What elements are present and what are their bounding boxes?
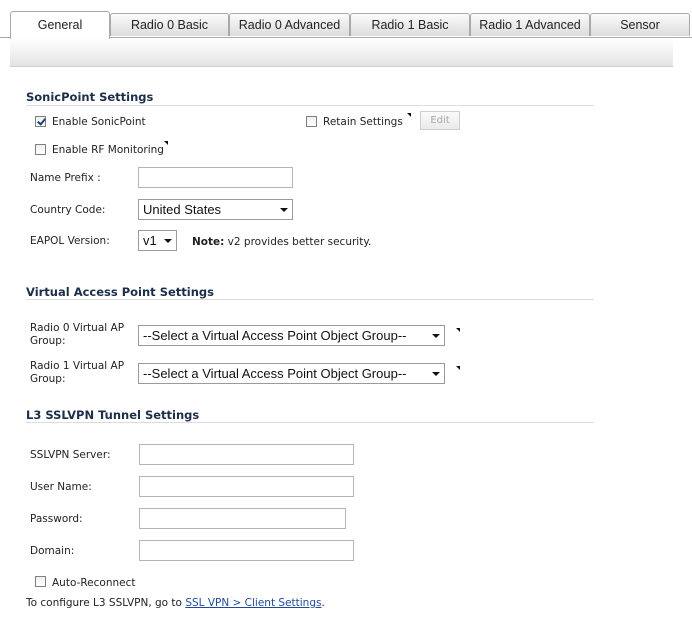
tab-toolbar (10, 38, 673, 67)
enable-sonicpoint-label: Enable SonicPoint (52, 116, 146, 128)
client-settings-link[interactable]: SSL VPN > Client Settings (185, 597, 321, 609)
tooltip-marker-icon (164, 141, 168, 145)
tooltip-marker-icon (456, 366, 460, 370)
sslvpn-server-input[interactable] (139, 444, 354, 465)
footer-prefix: To configure L3 SSLVPN, go to (26, 597, 186, 609)
sonicpoint-settings-title: SonicPoint Settings (26, 90, 154, 104)
username-label: User Name: (30, 481, 92, 493)
chevron-down-icon (432, 372, 440, 376)
section-divider (26, 105, 594, 106)
auto-reconnect-checkbox[interactable] (35, 576, 46, 587)
tooltip-marker-icon (456, 328, 460, 332)
auto-reconnect-label: Auto-Reconnect (52, 577, 136, 589)
tooltip-marker-icon (407, 113, 411, 117)
radio1-vap-group-label: Radio 1 Virtual AP Group: (30, 360, 125, 385)
eapol-note-bold: Note: (192, 236, 225, 248)
tab-general[interactable]: General (10, 11, 110, 39)
radio0-vap-group-value: --Select a Virtual Access Point Object G… (143, 328, 407, 343)
retain-settings-label: Retain Settings (323, 116, 403, 128)
vap-settings-title: Virtual Access Point Settings (26, 285, 214, 299)
edit-button[interactable]: Edit (420, 111, 460, 130)
radio1-vap-group-value: --Select a Virtual Access Point Object G… (143, 366, 407, 381)
username-input[interactable] (139, 476, 354, 497)
tab-radio-0-basic[interactable]: Radio 0 Basic (110, 13, 229, 36)
section-divider (26, 299, 594, 300)
radio0-vap-group-label: Radio 0 Virtual AP Group: (30, 322, 125, 347)
enable-rf-monitoring-checkbox[interactable] (35, 144, 46, 155)
password-input[interactable] (139, 508, 346, 529)
tab-radio-0-advanced[interactable]: Radio 0 Advanced (229, 13, 350, 36)
domain-input[interactable] (139, 540, 354, 561)
eapol-version-label: EAPOL Version: (30, 235, 110, 247)
sslvpn-footer-text: To configure L3 SSLVPN, go to SSL VPN > … (26, 597, 325, 609)
tab-sensor[interactable]: Sensor (590, 13, 690, 36)
domain-label: Domain: (30, 545, 75, 557)
country-code-label: Country Code: (30, 204, 106, 216)
password-label: Password: (30, 513, 83, 525)
country-code-select[interactable]: United States (138, 199, 293, 220)
retain-settings-checkbox[interactable] (306, 116, 317, 127)
country-code-value: United States (143, 202, 222, 217)
chevron-down-icon (164, 239, 172, 243)
enable-rf-monitoring-label: Enable RF Monitoring (52, 144, 164, 156)
chevron-down-icon (280, 208, 288, 212)
tab-bar: General Radio 0 Basic Radio 0 Advanced R… (0, 0, 692, 40)
chevron-down-icon (432, 334, 440, 338)
eapol-version-value: v1 (143, 233, 157, 248)
eapol-note: Note: v2 provides better security. (192, 236, 371, 248)
footer-suffix: . (321, 597, 325, 609)
l3-sslvpn-title: L3 SSLVPN Tunnel Settings (26, 408, 200, 422)
radio1-vap-group-select[interactable]: --Select a Virtual Access Point Object G… (138, 363, 445, 384)
tab-radio-1-basic[interactable]: Radio 1 Basic (350, 13, 470, 36)
sslvpn-server-label: SSLVPN Server: (30, 449, 111, 461)
section-divider (26, 422, 594, 423)
radio0-vap-group-select[interactable]: --Select a Virtual Access Point Object G… (138, 325, 445, 346)
name-prefix-input[interactable] (138, 167, 293, 188)
eapol-version-select[interactable]: v1 (138, 230, 177, 251)
enable-sonicpoint-checkbox[interactable] (35, 116, 46, 127)
eapol-note-text: v2 provides better security. (224, 236, 372, 248)
name-prefix-label: Name Prefix : (30, 172, 101, 184)
tab-radio-1-advanced[interactable]: Radio 1 Advanced (470, 13, 590, 36)
